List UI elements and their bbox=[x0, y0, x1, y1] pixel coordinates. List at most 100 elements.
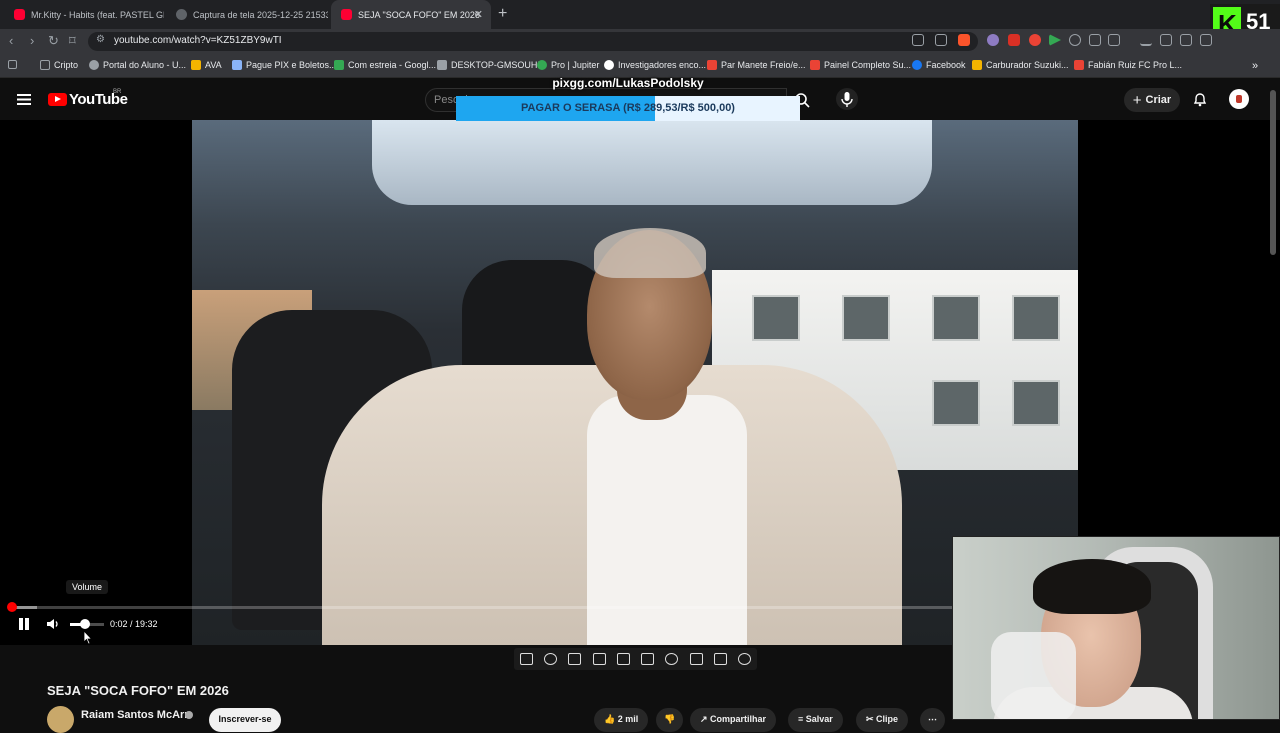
tab-label: Mr.Kitty - Habits (feat. PASTEL GHOST) bbox=[31, 9, 164, 20]
region-label: BR bbox=[113, 89, 122, 95]
share-icon[interactable] bbox=[935, 34, 947, 46]
microphone-icon[interactable] bbox=[836, 88, 858, 110]
plus-icon: + bbox=[1132, 91, 1142, 109]
car-sunroof bbox=[372, 120, 932, 205]
bookmark-item[interactable]: Carburador Suzuki... bbox=[972, 60, 1069, 70]
account-avatar[interactable] bbox=[1229, 89, 1249, 109]
drinking-cup bbox=[991, 632, 1076, 719]
add-icon[interactable] bbox=[689, 653, 703, 665]
sidebar-icon[interactable] bbox=[1180, 34, 1192, 46]
extension-icon[interactable] bbox=[1069, 34, 1081, 46]
close-tab-icon[interactable]: ✕ bbox=[474, 8, 483, 21]
drive-icon bbox=[334, 60, 344, 70]
speed-icon[interactable] bbox=[665, 653, 679, 665]
cast-icon[interactable] bbox=[912, 34, 924, 46]
reload-icon[interactable]: ↻ bbox=[48, 33, 59, 49]
video-icon bbox=[1074, 60, 1084, 70]
more-bookmarks-icon[interactable]: » bbox=[1252, 60, 1258, 72]
url-text: youtube.com/watch?v=KZ51ZBY9wTI bbox=[114, 35, 282, 46]
volume-tooltip: Volume bbox=[66, 580, 109, 594]
bookmark-item[interactable]: Cripto bbox=[40, 60, 78, 70]
bookmark-item[interactable]: Fabián Ruiz FC Pro L... bbox=[1074, 60, 1182, 70]
share-button[interactable]: ↗ Compartilhar bbox=[690, 708, 777, 732]
facebook-icon bbox=[912, 60, 922, 70]
bookmarks-bar: Cripto Portal do Aluno - U... AVA Pague … bbox=[0, 54, 1280, 78]
browser-toolbar: ‹ › ↻ ⌑ ⚙ youtube.com/watch?v=KZ51ZBY9wT… bbox=[0, 29, 1280, 54]
extension-icon[interactable] bbox=[987, 34, 999, 46]
bookmark-item[interactable]: Painel Completo Su... bbox=[810, 60, 911, 70]
globe-icon bbox=[89, 60, 99, 70]
youtube-favicon-icon bbox=[341, 9, 352, 20]
download-icon[interactable] bbox=[1140, 34, 1152, 46]
more-actions-button[interactable]: ⋯ bbox=[920, 708, 945, 732]
calendar-icon[interactable] bbox=[592, 653, 606, 665]
channel-name[interactable]: Raiam Santos McArn bbox=[81, 709, 191, 721]
globe-favicon-icon bbox=[176, 9, 187, 20]
bookmark-item[interactable]: Pague PIX e Boletos... bbox=[232, 60, 337, 70]
clip-button[interactable]: ✂ Clipe bbox=[856, 708, 909, 732]
pip-icon[interactable] bbox=[616, 653, 630, 665]
jupiter-icon bbox=[537, 60, 547, 70]
bookmark-item[interactable]: Portal do Aluno - U... bbox=[89, 60, 186, 70]
audio-icon[interactable] bbox=[543, 653, 557, 665]
media-icon[interactable] bbox=[1200, 34, 1212, 46]
tab-active-video[interactable]: SEJA "SOCA FOFO" EM 2026 ✕ bbox=[331, 0, 491, 29]
reading-list-icon[interactable] bbox=[1160, 34, 1172, 46]
bookmark-item[interactable]: AVA bbox=[191, 60, 222, 70]
tab-mr-kitty[interactable]: Mr.Kitty - Habits (feat. PASTEL GHOST) bbox=[4, 0, 164, 29]
apps-icon[interactable] bbox=[8, 60, 21, 69]
donation-url: pixgg.com/LukasPodolsky bbox=[552, 76, 704, 90]
streamer-hair bbox=[1033, 559, 1151, 614]
like-button[interactable]: 👍 2 mil bbox=[594, 708, 649, 732]
donation-goal-bar: PAGAR O SERASA (R$ 289,53/R$ 500,00) bbox=[456, 96, 800, 121]
pause-icon[interactable] bbox=[17, 617, 31, 631]
tab-label: SEJA "SOCA FOFO" EM 2026 bbox=[358, 9, 480, 20]
tab-screenshot[interactable]: Captura de tela 2025-12-25 215339.png bbox=[166, 0, 328, 29]
bookmark-item[interactable]: Investigadores enco... bbox=[604, 60, 706, 70]
bookmark-item[interactable]: Pro | Jupiter bbox=[537, 60, 599, 70]
bookmark-item[interactable]: Par Manete Freio/e... bbox=[707, 60, 806, 70]
brave-shield-icon[interactable] bbox=[958, 34, 970, 46]
loop-icon[interactable] bbox=[519, 653, 533, 665]
volume-icon[interactable] bbox=[45, 617, 61, 631]
save-button[interactable]: ≡ Salvar bbox=[788, 708, 843, 732]
subscribe-button[interactable]: Inscrever-se bbox=[209, 708, 281, 732]
ava-icon bbox=[191, 60, 201, 70]
bookmark-icon[interactable]: ⌑ bbox=[69, 33, 76, 49]
shop-icon bbox=[972, 60, 982, 70]
extension-icon[interactable] bbox=[1029, 34, 1041, 46]
progress-scrubber-handle[interactable] bbox=[7, 602, 17, 612]
bookmark-item[interactable]: DESKTOP-GMSOUHF bbox=[437, 60, 543, 70]
extension-icon[interactable] bbox=[1008, 34, 1020, 46]
cinema-icon[interactable] bbox=[641, 653, 655, 665]
dislike-button[interactable]: 👎 bbox=[656, 708, 684, 732]
settings-gear-icon[interactable] bbox=[738, 653, 752, 665]
watch-later-icon[interactable] bbox=[568, 653, 582, 665]
extension-icon[interactable] bbox=[1108, 34, 1120, 46]
notifications-bell-icon[interactable] bbox=[1192, 91, 1208, 107]
address-bar[interactable]: ⚙ youtube.com/watch?v=KZ51ZBY9wTI bbox=[88, 32, 978, 51]
browser-tab-strip: Mr.Kitty - Habits (feat. PASTEL GHOST) C… bbox=[0, 0, 1280, 42]
screenshot-icon[interactable] bbox=[714, 653, 728, 665]
store-icon bbox=[810, 60, 820, 70]
donation-goal-text: PAGAR O SERASA (R$ 289,53/R$ 500,00) bbox=[521, 102, 735, 114]
video-title: SEJA "SOCA FOFO" EM 2026 bbox=[47, 683, 229, 698]
youtube-logo-icon[interactable] bbox=[48, 93, 67, 106]
share-label: Compartilhar bbox=[710, 714, 767, 724]
bookmark-item[interactable]: Facebook bbox=[912, 60, 966, 70]
bookmark-item[interactable]: Com estreia - Googl... bbox=[334, 60, 436, 70]
create-button[interactable]: + Criar bbox=[1124, 88, 1180, 112]
volume-slider-handle[interactable] bbox=[80, 619, 90, 629]
forward-icon[interactable]: › bbox=[30, 33, 34, 48]
desktop-icon bbox=[437, 60, 447, 70]
site-info-icon[interactable]: ⚙ bbox=[96, 34, 105, 45]
play-extension-icon[interactable] bbox=[1049, 34, 1061, 46]
page-scrollbar[interactable] bbox=[1270, 90, 1276, 255]
menu-icon[interactable] bbox=[17, 94, 31, 105]
verified-badge-icon bbox=[185, 711, 193, 719]
youtube-favicon-icon bbox=[14, 9, 25, 20]
puzzle-icon[interactable] bbox=[1089, 34, 1101, 46]
new-tab-icon[interactable]: + bbox=[498, 5, 507, 23]
back-icon[interactable]: ‹ bbox=[9, 33, 13, 48]
like-count: 2 mil bbox=[617, 714, 639, 724]
